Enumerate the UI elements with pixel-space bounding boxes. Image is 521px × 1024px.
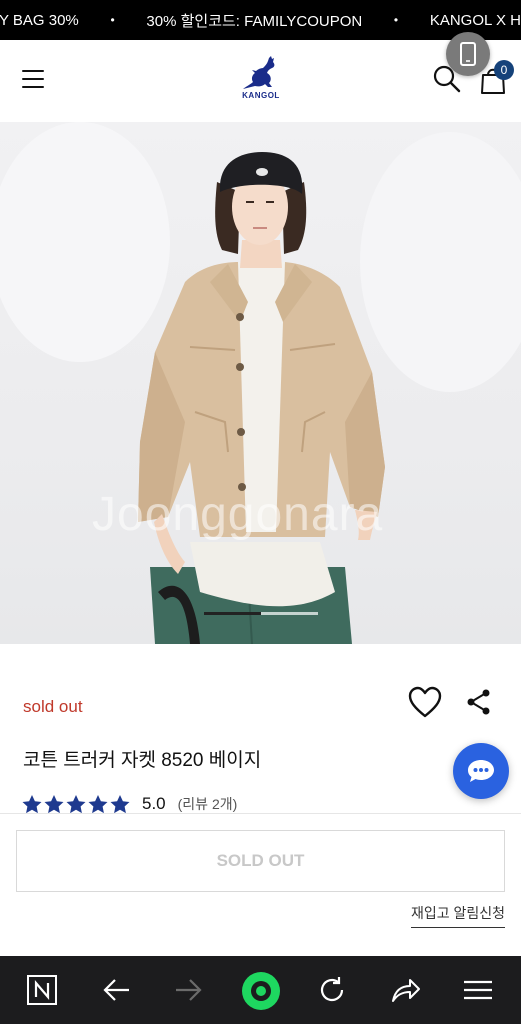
site-header: KANGOL 0 (0, 32, 521, 122)
product-image[interactable]: Joonggonara (0, 122, 521, 644)
star-icon (88, 794, 108, 813)
chat-button[interactable] (453, 743, 509, 799)
product-page: Y BAG 30% • 30% 할인코드: FAMILYCOUPON • KAN… (0, 0, 521, 1024)
kangol-logo[interactable]: KANGOL (238, 56, 284, 106)
stock-status: sold out (23, 697, 83, 716)
star-rating (22, 794, 130, 814)
share-arrow-icon[interactable] (389, 974, 421, 1006)
star-icon (22, 794, 42, 813)
image-slider-indicator (204, 612, 318, 615)
marquee-separator: • (393, 13, 399, 27)
logo-wordmark: KANGOL (242, 91, 280, 100)
image-watermark: Joonggonara (92, 488, 384, 541)
green-dot-icon[interactable] (240, 970, 282, 1012)
back-arrow-icon[interactable] (101, 974, 133, 1006)
rating-row[interactable]: 5.0 (리뷰 2개) (22, 793, 237, 815)
heart-icon[interactable] (407, 685, 443, 719)
menu-icon[interactable] (22, 70, 44, 88)
product-title: 코튼 트러커 자켓 8520 베이지 (23, 750, 262, 771)
model-photo (0, 122, 521, 644)
star-icon (66, 794, 86, 813)
naver-home-icon[interactable] (26, 974, 58, 1006)
section-divider (0, 813, 521, 814)
forward-arrow-icon[interactable] (172, 974, 204, 1006)
marquee-item: 30% 할인코드: FAMILYCOUPON (146, 12, 363, 30)
promo-marquee[interactable]: Y BAG 30% • 30% 할인코드: FAMILYCOUPON • KAN… (0, 0, 521, 40)
refresh-icon[interactable] (316, 974, 348, 1006)
review-count[interactable]: (리뷰 2개) (178, 794, 238, 814)
browser-toolbar (0, 956, 521, 1024)
hamburger-menu-icon[interactable] (462, 974, 494, 1006)
restock-notify-link[interactable]: 재입고 알림신청 (410, 903, 505, 928)
sold-out-button[interactable]: SOLD OUT (16, 830, 505, 892)
kangaroo-icon (243, 56, 275, 89)
mobile-app-button[interactable] (446, 32, 490, 76)
chat-bubble-icon (468, 760, 494, 782)
phone-icon (460, 42, 476, 66)
slider-active-segment (204, 612, 261, 615)
marquee-item: KANGOL X H (429, 11, 521, 29)
cart-count-badge: 0 (494, 60, 514, 80)
share-icon[interactable] (465, 687, 493, 717)
rating-value: 5.0 (142, 794, 166, 813)
star-icon (44, 794, 64, 813)
marquee-item: Y BAG 30% (0, 11, 79, 29)
star-icon (110, 794, 130, 813)
marquee-separator: • (110, 13, 115, 27)
